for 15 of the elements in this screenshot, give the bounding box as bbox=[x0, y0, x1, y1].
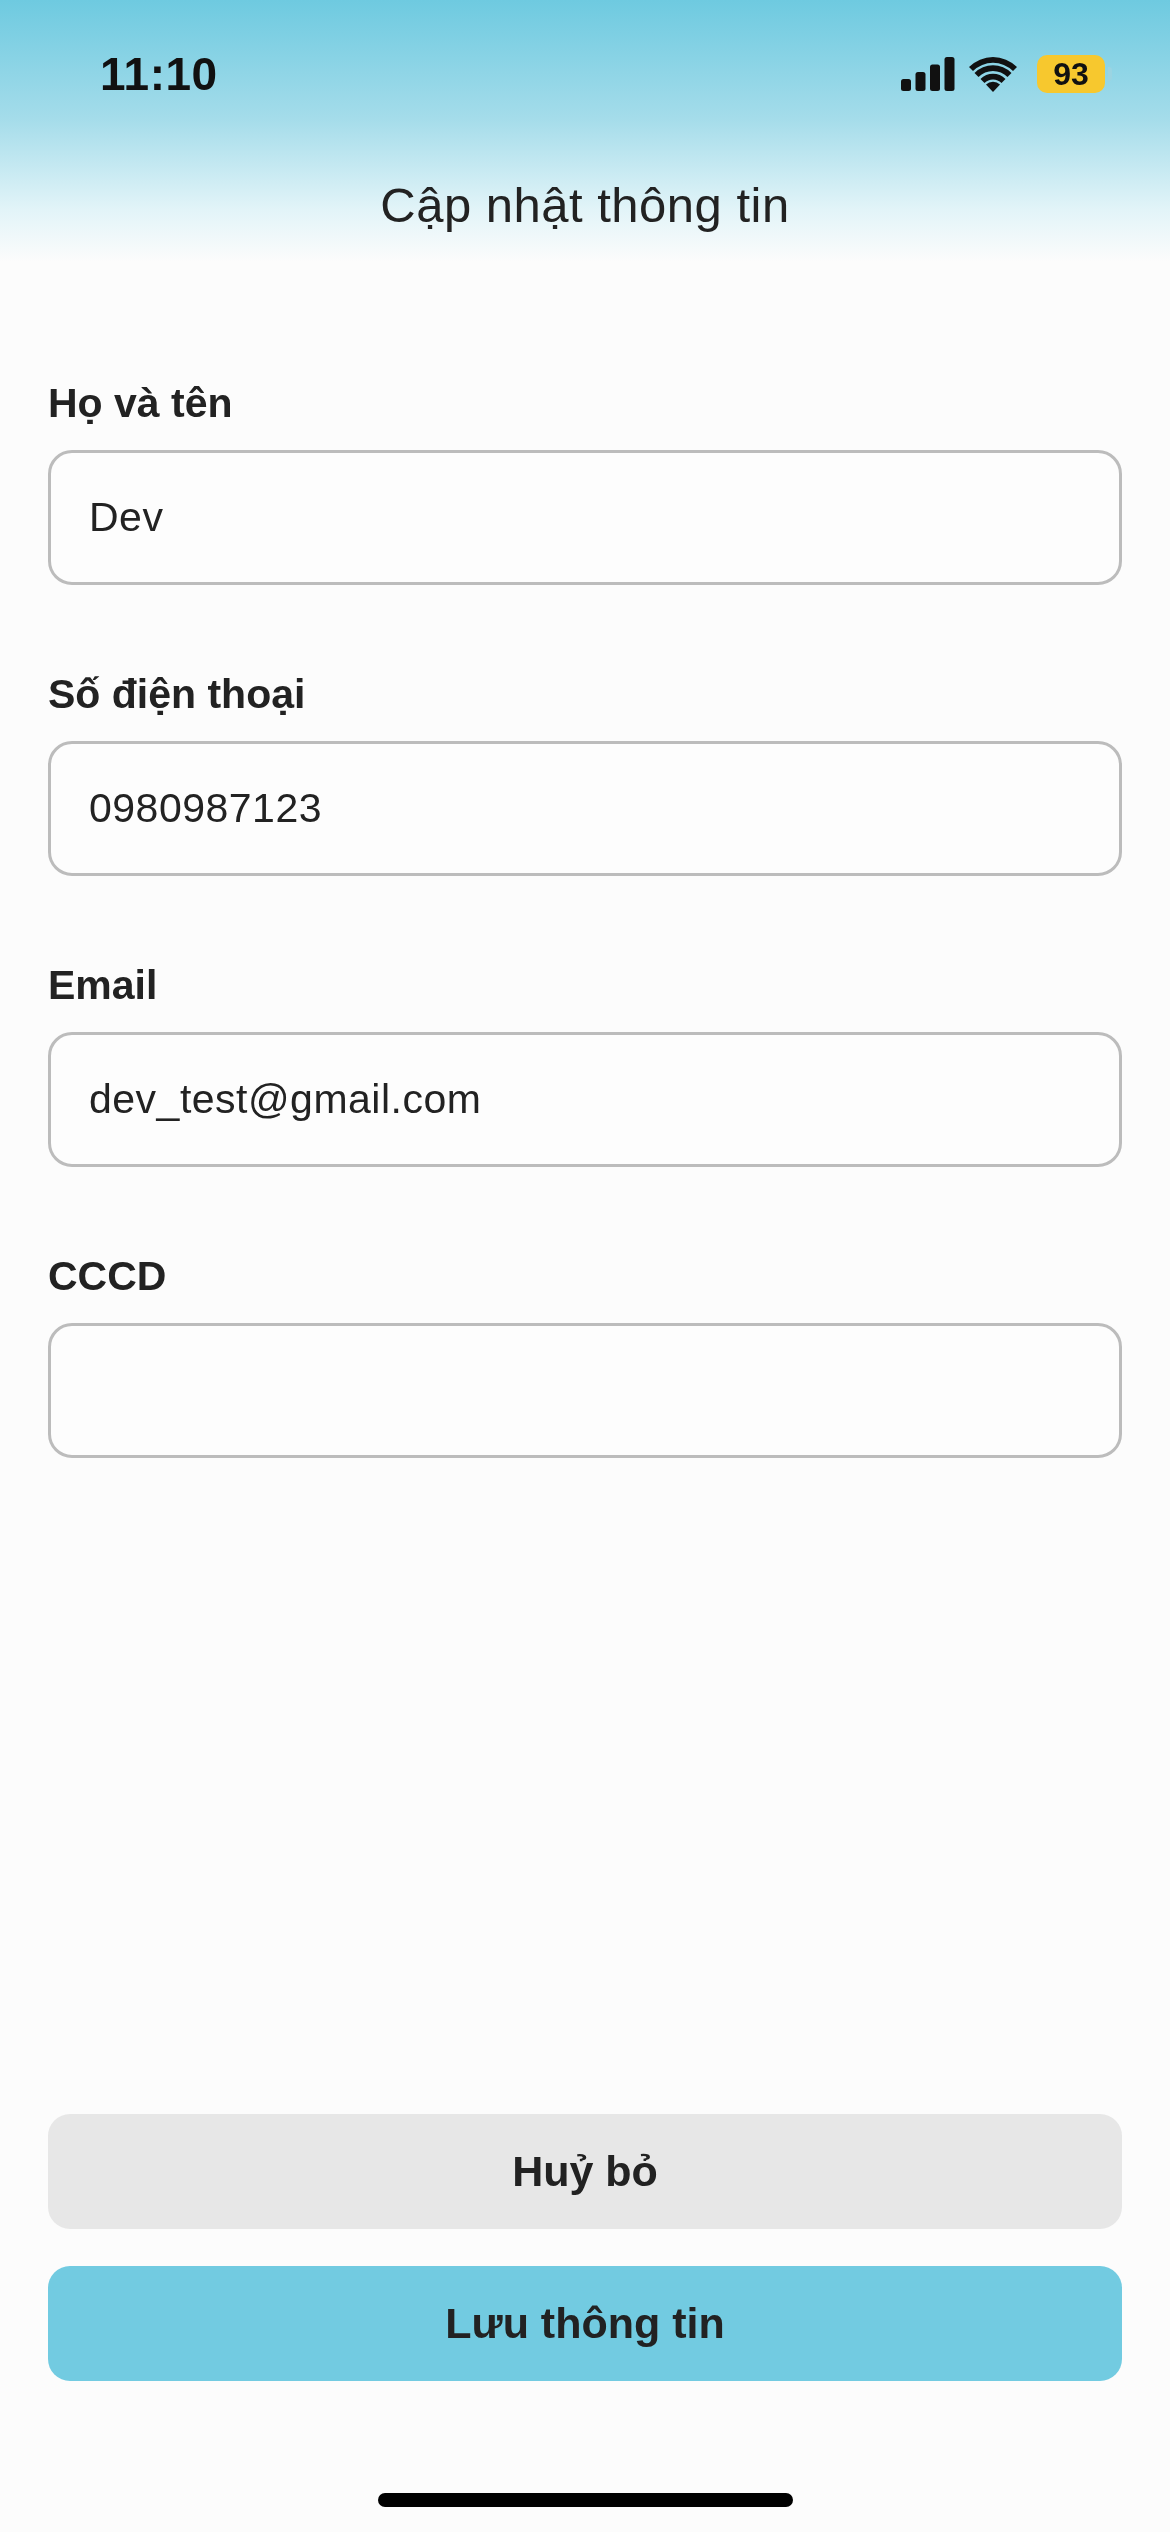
text-field[interactable] bbox=[48, 1323, 1122, 1458]
cancel-button[interactable]: Huỷ bỏ bbox=[48, 2114, 1122, 2229]
signal-icon bbox=[901, 57, 955, 91]
battery-percentage: 93 bbox=[1053, 58, 1089, 90]
save-button[interactable]: Lưu thông tin bbox=[48, 2266, 1122, 2381]
text-field[interactable]: dev_test@gmail.com bbox=[48, 1032, 1122, 1167]
field-label: CCCD bbox=[48, 1252, 167, 1300]
text-field[interactable]: Dev bbox=[48, 450, 1122, 585]
field-label: Họ và tên bbox=[48, 379, 233, 427]
wifi-icon bbox=[969, 56, 1017, 92]
field-label: Số điện thoại bbox=[48, 670, 306, 718]
status-time: 11:10 bbox=[100, 47, 218, 101]
page-title: Cập nhật thông tin bbox=[380, 177, 790, 233]
text-field[interactable]: 0980987123 bbox=[48, 741, 1122, 876]
field-label: Email bbox=[48, 961, 158, 1009]
